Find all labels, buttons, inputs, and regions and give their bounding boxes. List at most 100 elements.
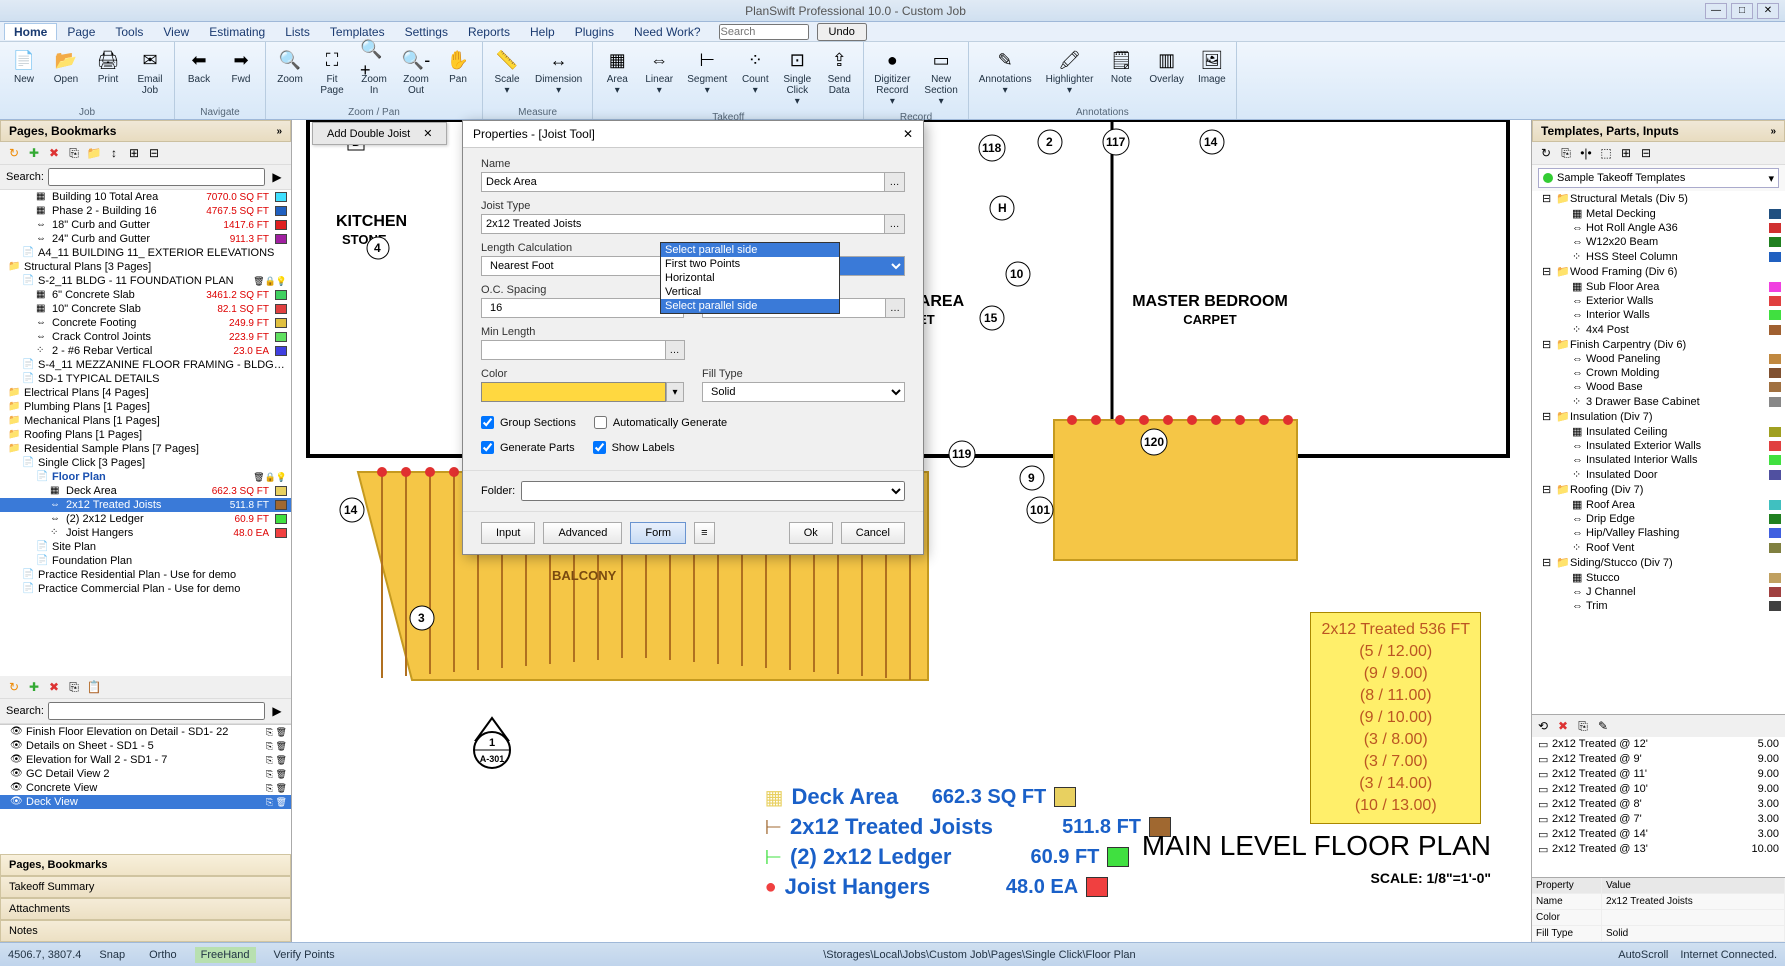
dropdown-option[interactable]: Select parallel side — [661, 299, 839, 313]
template-item[interactable]: ▦Roof Area — [1532, 497, 1785, 512]
template-item[interactable]: ⁘Roof Vent — [1532, 540, 1785, 555]
menu-settings[interactable]: Settings — [395, 23, 458, 41]
accordion-attachments[interactable]: Attachments — [0, 898, 291, 920]
template-item[interactable]: ⇔Exterior Walls — [1532, 294, 1785, 308]
tree-item[interactable]: ▦Phase 2 - Building 164767.5 SQ FT — [0, 204, 291, 218]
part-row[interactable]: ▭2x12 Treated @ 8'3.00 — [1532, 797, 1785, 812]
part-row[interactable]: ▭2x12 Treated @ 13'10.00 — [1532, 842, 1785, 857]
group-sections-checkbox[interactable] — [481, 416, 494, 429]
template-item[interactable]: ▦Metal Decking — [1532, 206, 1785, 221]
tree-item[interactable]: ⇔24" Curb and Gutter911.3 FT — [0, 232, 291, 246]
part-row[interactable]: ▭2x12 Treated @ 9'9.00 — [1532, 752, 1785, 767]
ribbon-new-button[interactable]: 📄New — [6, 44, 42, 87]
property-row[interactable]: Name2x12 Treated Joists — [1532, 894, 1785, 910]
ok-button[interactable]: Ok — [789, 522, 833, 544]
accordion-notes[interactable]: Notes — [0, 920, 291, 942]
menu-tools[interactable]: Tools — [105, 23, 153, 41]
template-item[interactable]: ⁘4x4 Post — [1532, 322, 1785, 337]
dropdown-selected[interactable]: Select parallel side — [661, 243, 839, 257]
name-input[interactable] — [481, 172, 884, 192]
template-item[interactable]: ⇔J Channel — [1532, 585, 1785, 599]
tree-item[interactable]: 📄S-4_11 MEZZANINE FLOOR FRAMING - BLDG 1… — [0, 358, 291, 372]
min-length-more-button[interactable]: … — [665, 340, 685, 360]
ribbon-zoomout-button[interactable]: 🔍-ZoomOut — [398, 44, 434, 98]
view-item[interactable]: 👁GC Detail View 2⎘ 🗑 — [0, 767, 291, 781]
ribbon-newsection-button[interactable]: ▭NewSection▾ — [920, 44, 961, 109]
ribbon-image-button[interactable]: 🖼Image — [1194, 44, 1230, 87]
pages-tree[interactable]: ▦Building 10 Total Area7070.0 SQ FT▦Phas… — [0, 190, 291, 676]
collapse-all-icon[interactable]: ⊟ — [146, 145, 162, 161]
part-row[interactable]: ▭2x12 Treated @ 10'9.00 — [1532, 782, 1785, 797]
ribbon-highlighter-button[interactable]: 🖍Highlighter▾ — [1042, 44, 1098, 98]
views-paste-icon[interactable]: 📋 — [86, 679, 102, 695]
min-length-input[interactable] — [481, 340, 665, 360]
oc-spacing-select[interactable]: 16 — [481, 298, 684, 318]
ribbon-print-button[interactable]: 🖨Print — [90, 44, 126, 87]
delete-icon[interactable]: ✖ — [46, 145, 62, 161]
pages-search-input[interactable] — [48, 168, 265, 186]
template-item[interactable]: ⇔Wood Paneling — [1532, 352, 1785, 366]
verify-toggle[interactable]: Verify Points — [268, 947, 341, 963]
accordion-pages[interactable]: Pages, Bookmarks — [0, 854, 291, 876]
tree-item[interactable]: 📄Practice Residential Plan - Use for dem… — [0, 568, 291, 582]
sort-icon[interactable]: ↕ — [106, 145, 122, 161]
list-view-button[interactable]: ≡ — [694, 522, 714, 544]
template-item[interactable]: ⇔Insulated Interior Walls — [1532, 453, 1785, 467]
tree-item[interactable]: ▦Deck Area662.3 SQ FT — [0, 484, 291, 498]
search-go-icon[interactable]: ▶ — [269, 169, 285, 185]
menu-view[interactable]: View — [153, 23, 199, 41]
joist-direction-dropdown-open[interactable]: Select parallel side First two Points Ho… — [660, 242, 840, 314]
minimize-button[interactable]: — — [1705, 3, 1727, 19]
tree-item[interactable]: 📁Structural Plans [3 Pages] — [0, 260, 291, 274]
dialog-close-icon[interactable]: ✕ — [903, 127, 913, 141]
view-item[interactable]: 👁Details on Sheet - SD1 - 5⎘ 🗑 — [0, 739, 291, 753]
ribbon-open-button[interactable]: 📂Open — [48, 44, 84, 87]
advanced-tab-button[interactable]: Advanced — [543, 522, 622, 544]
menu-search-input[interactable] — [719, 24, 809, 40]
close-button[interactable]: ✕ — [1757, 3, 1779, 19]
collapse-icon[interactable]: » — [276, 126, 282, 137]
menu-needwork[interactable]: Need Work? — [624, 23, 710, 41]
tpl-collapse-icon[interactable]: ⊟ — [1638, 145, 1654, 161]
template-item[interactable]: ⇔Insulated Exterior Walls — [1532, 439, 1785, 453]
show-labels-checkbox[interactable] — [593, 441, 606, 454]
tpl-sort-icon[interactable]: •|• — [1578, 145, 1594, 161]
fill-type-select[interactable]: Solid — [702, 382, 905, 402]
template-item[interactable]: ⊟📁Finish Carpentry (Div 6) — [1532, 337, 1785, 352]
ribbon-senddata-button[interactable]: ⇪SendData — [821, 44, 857, 98]
part-row[interactable]: ▭2x12 Treated @ 12'5.00 — [1532, 737, 1785, 752]
template-item[interactable]: ⁘3 Drawer Base Cabinet — [1532, 394, 1785, 409]
copy-icon[interactable]: ⎘ — [66, 145, 82, 161]
part-row[interactable]: ▭2x12 Treated @ 14'3.00 — [1532, 827, 1785, 842]
view-item[interactable]: 👁Finish Floor Elevation on Detail - SD1-… — [0, 725, 291, 739]
cancel-button[interactable]: Cancel — [841, 522, 905, 544]
views-copy-icon[interactable]: ⎘ — [66, 679, 82, 695]
ribbon-overlay-button[interactable]: ▥Overlay — [1145, 44, 1187, 87]
parts-list[interactable]: ▭2x12 Treated @ 12'5.00▭2x12 Treated @ 9… — [1532, 737, 1785, 877]
tree-item[interactable]: ⇔Concrete Footing249.9 FT — [0, 316, 291, 330]
undo-button[interactable]: Undo — [817, 23, 867, 41]
template-item[interactable]: ⇔Hip/Valley Flashing — [1532, 526, 1785, 540]
autoscroll-label[interactable]: AutoScroll — [1618, 949, 1668, 961]
template-item[interactable]: ⇔Trim — [1532, 599, 1785, 613]
template-item[interactable]: ▦Stucco — [1532, 570, 1785, 585]
tree-item[interactable]: 📄Site Plan — [0, 540, 291, 554]
ribbon-fwd-button[interactable]: ➡Fwd — [223, 44, 259, 87]
views-refresh-icon[interactable]: ↻ — [6, 679, 22, 695]
templates-collapse-icon[interactable]: » — [1770, 126, 1776, 137]
length-calc-select[interactable]: Nearest Foot — [481, 256, 684, 276]
dropdown-option[interactable]: Horizontal — [661, 271, 839, 285]
tree-item[interactable]: ⇔Crack Control Joints223.9 FT — [0, 330, 291, 344]
part-delete-icon[interactable]: ✖ — [1555, 718, 1571, 734]
template-item[interactable]: ⇔Interior Walls — [1532, 308, 1785, 322]
ribbon-note-button[interactable]: 🗒Note — [1103, 44, 1139, 87]
maximize-button[interactable]: □ — [1731, 3, 1753, 19]
views-delete-icon[interactable]: ✖ — [46, 679, 62, 695]
color-swatch[interactable] — [481, 382, 666, 402]
tpl-new-icon[interactable]: ⬚ — [1598, 145, 1614, 161]
part-row[interactable]: ▭2x12 Treated @ 11'9.00 — [1532, 767, 1785, 782]
tree-item[interactable]: ▦Building 10 Total Area7070.0 SQ FT — [0, 190, 291, 204]
template-item[interactable]: ⇔Wood Base — [1532, 380, 1785, 394]
template-item[interactable]: ▦Sub Floor Area — [1532, 279, 1785, 294]
view-item[interactable]: 👁Elevation for Wall 2 - SD1 - 7⎘ 🗑 — [0, 753, 291, 767]
